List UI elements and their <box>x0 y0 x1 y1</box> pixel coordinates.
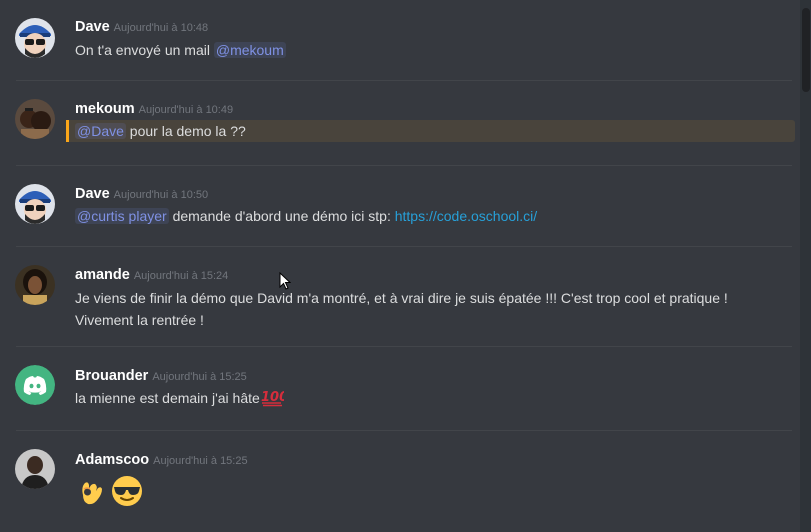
message-username[interactable]: Brouander <box>75 368 148 384</box>
user-mention[interactable]: @curtis player <box>75 208 169 224</box>
mouse-cursor-icon <box>279 272 291 290</box>
message-text: demande d'abord une démo ici stp: <box>168 208 395 224</box>
adamscoo-avatar-icon[interactable] <box>15 449 55 489</box>
message-divider <box>16 246 792 247</box>
ok-hand-emoji <box>82 482 102 505</box>
message-text: la mienne est demain j'ai hâte <box>75 390 260 406</box>
message-timestamp: Aujourd'hui à 15:25 <box>152 371 247 383</box>
message-content: Je viens de finir la démo que David m'a … <box>75 287 765 331</box>
discord-logo-icon[interactable] <box>15 365 55 405</box>
message-content: On t'a envoyé un mail @mekoum <box>75 39 765 61</box>
message-content <box>75 475 765 507</box>
hundred-points-emoji: 100 <box>261 390 288 407</box>
chat-messages-pane: Dave Aujourd'hui à 10:48 On t'a envoyé un… <box>0 0 811 532</box>
message-timestamp: Aujourd'hui à 15:25 <box>153 455 248 467</box>
message-username[interactable]: amande <box>75 267 130 283</box>
dave-avatar-icon[interactable] <box>15 18 55 58</box>
scrollbar-thumb[interactable] <box>802 8 810 92</box>
message-username[interactable]: mekoum <box>75 101 135 117</box>
message-timestamp: Aujourd'hui à 10:50 <box>113 189 209 201</box>
message-username[interactable]: Dave <box>75 186 110 202</box>
user-mention[interactable]: @mekoum <box>213 42 286 58</box>
message-content: la mienne est demain j'ai hâte100 <box>75 387 765 409</box>
message-divider <box>16 430 792 431</box>
message-link[interactable]: https://code.oschool.ci/ <box>395 208 537 224</box>
message-content: @curtis player demande d'abord une démo … <box>75 205 765 227</box>
message-content: @Dave pour la demo la ?? <box>75 120 765 142</box>
mekoum-avatar-icon[interactable] <box>15 99 55 139</box>
message-username[interactable]: Adamscoo <box>75 452 149 468</box>
message-divider <box>16 346 792 347</box>
dave-avatar-icon[interactable] <box>15 184 55 224</box>
message-text: On t'a envoyé un mail <box>75 42 214 58</box>
message-text: pour la demo la ?? <box>125 123 246 139</box>
sunglasses-emoji <box>111 476 142 506</box>
message-divider <box>16 165 792 166</box>
message-timestamp: Aujourd'hui à 10:48 <box>113 22 209 34</box>
message-username[interactable]: Dave <box>75 19 110 35</box>
message-timestamp: Aujourd'hui à 10:49 <box>138 104 234 116</box>
user-mention[interactable]: @Dave <box>75 123 126 139</box>
scrollbar-track[interactable] <box>800 0 811 532</box>
message-timestamp: Aujourd'hui à 15:24 <box>133 270 229 282</box>
amande-avatar-icon[interactable] <box>15 265 55 305</box>
message-divider <box>16 80 792 81</box>
message-text: Je viens de finir la démo que David m'a … <box>75 290 728 328</box>
